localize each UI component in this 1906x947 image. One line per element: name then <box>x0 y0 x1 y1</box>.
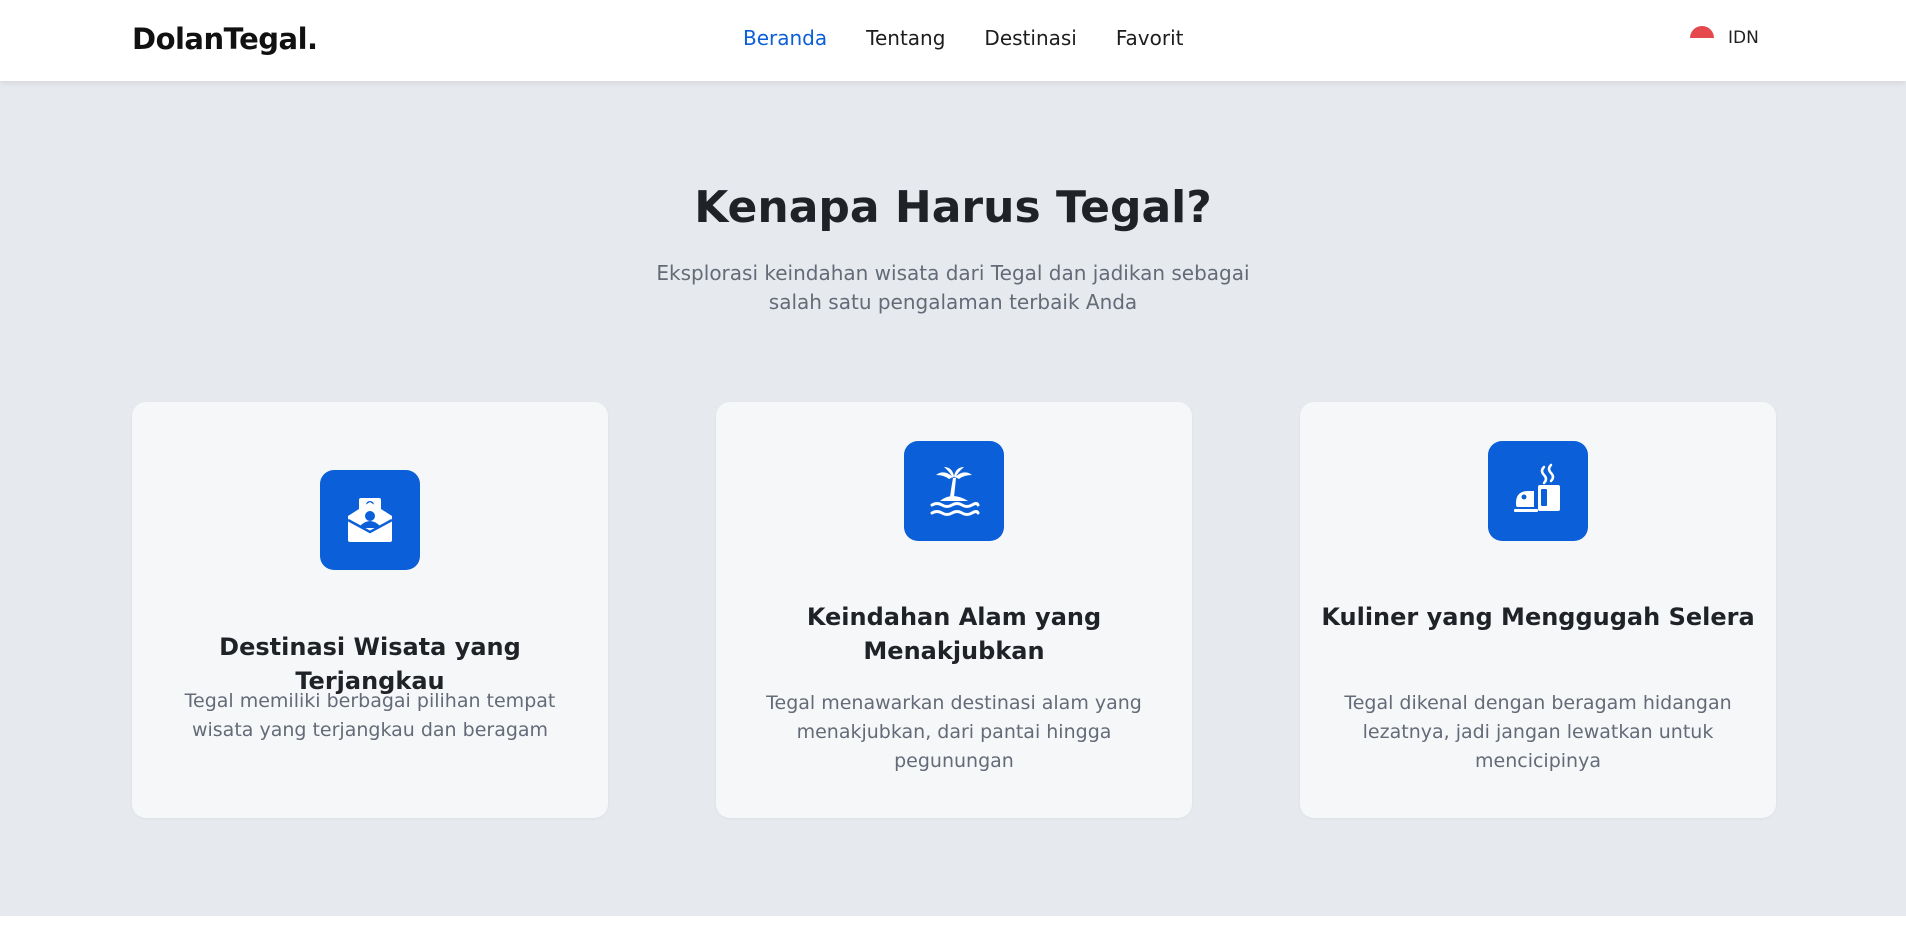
nav-link-favorit[interactable]: Favorit <box>1116 26 1184 50</box>
money-envelope-icon <box>320 470 420 570</box>
feature-card-affordable: Destinasi Wisata yang Terjangkau Tegal m… <box>132 402 608 818</box>
language-switcher[interactable]: IDN <box>1690 26 1759 50</box>
site-logo[interactable]: DolanTegal. <box>132 22 318 56</box>
card-description: Tegal memiliki berbagai pilihan tempat w… <box>184 690 556 741</box>
language-label: IDN <box>1728 28 1759 48</box>
section-subtitle: Eksplorasi keindahan wisata dari Tegal d… <box>656 261 1250 314</box>
nav-link-tentang[interactable]: Tentang <box>866 26 945 50</box>
section-title: Kenapa Harus Tegal? <box>694 182 1212 233</box>
card-title: Keindahan Alam yang Menakjubkan <box>806 603 1102 665</box>
nav-link-destinasi[interactable]: Destinasi <box>984 26 1076 50</box>
feature-card-nature: Keindahan Alam yang Menakjubkan Tegal me… <box>716 402 1192 818</box>
food-drink-icon <box>1488 441 1588 541</box>
nav-link-beranda[interactable]: Beranda <box>743 26 827 50</box>
feature-card-culinary: Kuliner yang Menggugah Selera Tegal dike… <box>1300 402 1776 818</box>
card-description: Tegal dikenal dengan beragam hidangan le… <box>1344 692 1732 772</box>
nav-links: Beranda Tentang Destinasi Favorit <box>743 26 1183 50</box>
footer-edge <box>0 916 1906 947</box>
indonesia-flag-icon <box>1690 26 1714 50</box>
island-palm-icon <box>904 441 1004 541</box>
card-title: Kuliner yang Menggugah Selera <box>1321 603 1755 631</box>
navbar: DolanTegal. Beranda Tentang Destinasi Fa… <box>0 0 1906 81</box>
card-description: Tegal menawarkan destinasi alam yang men… <box>766 692 1142 772</box>
why-tegal-section: Kenapa Harus Tegal? Eksplorasi keindahan… <box>0 81 1906 916</box>
